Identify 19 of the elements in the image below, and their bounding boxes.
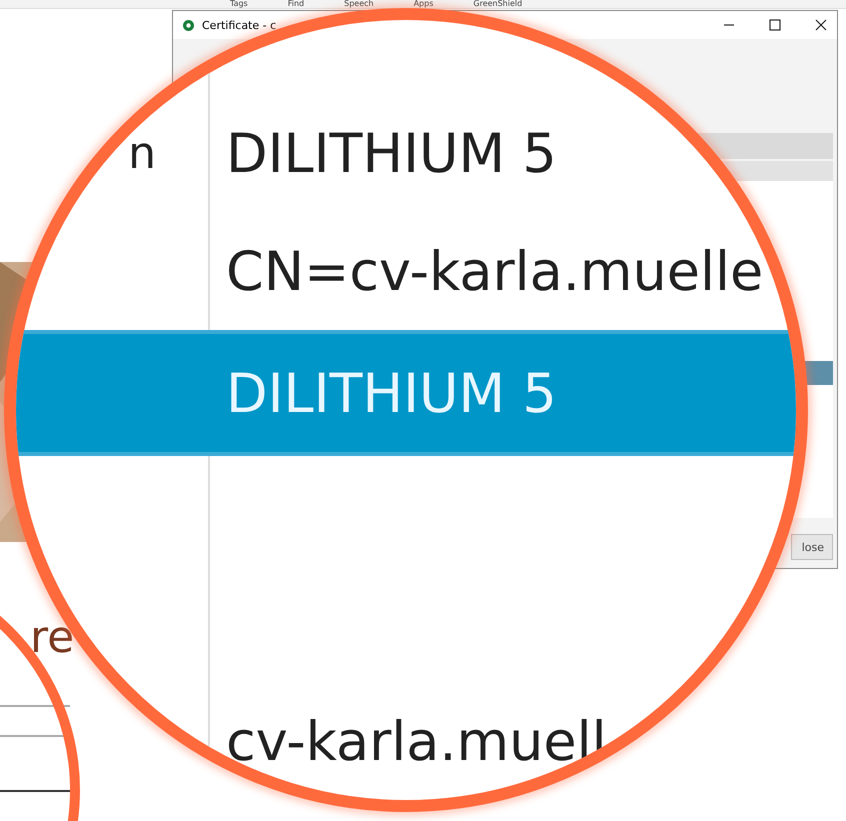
field-label: n: [128, 128, 156, 178]
close-icon[interactable]: [815, 19, 827, 31]
ribbon-group-label: Tags: [230, 0, 248, 8]
ribbon-group-label: Apps: [414, 0, 434, 8]
maximize-icon[interactable]: [769, 19, 781, 31]
field-value: DILITHIUM 5: [226, 122, 557, 184]
ribbon-group-label: GreenShield: [473, 0, 522, 8]
app-icon: [183, 20, 194, 30]
field-value: CN=cv-karla.muelle: [226, 240, 764, 302]
table-row[interactable]: cv-karla.muell: [16, 682, 796, 800]
ribbon-group-label: Find: [288, 0, 304, 8]
close-button[interactable]: lose: [791, 534, 833, 560]
field-value: DILITHIUM 5: [226, 362, 557, 424]
field-value: cv-karla.muell: [226, 710, 607, 772]
window-title: Certificate - c: [202, 18, 276, 32]
heading-text: re: [30, 612, 74, 663]
table-row[interactable]: CN=cv-karla.muelle: [16, 212, 796, 330]
table-row[interactable]: n DILITHIUM 5: [16, 94, 796, 212]
ribbon-group-label: Speech: [344, 0, 374, 8]
